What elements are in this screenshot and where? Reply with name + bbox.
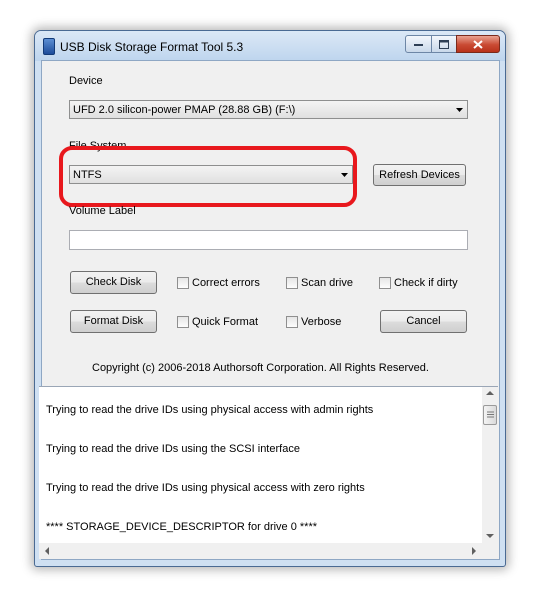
volume-label-input[interactable] [69, 230, 468, 250]
device-select[interactable]: UFD 2.0 silicon-power PMAP (28.88 GB) (F… [69, 100, 468, 119]
refresh-devices-button[interactable]: Refresh Devices [373, 164, 466, 186]
quick-format-checkbox[interactable] [177, 316, 189, 328]
check-if-dirty-checkbox[interactable] [379, 277, 391, 289]
quick-format-label: Quick Format [192, 316, 259, 328]
minimize-icon [414, 44, 423, 46]
grip-icon [487, 411, 494, 418]
volume-label-label: Volume Label [69, 205, 136, 217]
copyright-text: Copyright (c) 2006-2018 Authorsoft Corpo… [92, 362, 429, 374]
close-icon [473, 39, 483, 49]
highlight-annotation [59, 146, 357, 207]
correct-errors-checkbox[interactable] [177, 277, 189, 289]
log-line: Trying to read the drive IDs using the S… [46, 443, 300, 455]
verbose-checkbox[interactable] [286, 316, 298, 328]
usb-drive-icon [43, 38, 55, 55]
log-output[interactable]: Trying to read the drive IDs using physi… [39, 386, 498, 559]
scroll-down-arrow-icon[interactable] [486, 533, 494, 539]
scan-drive-checkbox[interactable] [286, 277, 298, 289]
vertical-scrollbar[interactable] [482, 387, 498, 543]
scroll-left-arrow-icon[interactable] [44, 547, 50, 555]
log-line: Trying to read the drive IDs using physi… [46, 482, 365, 494]
cancel-button[interactable]: Cancel [380, 310, 467, 333]
log-line: **** STORAGE_DEVICE_DESCRIPTOR for drive… [46, 521, 318, 533]
maximize-button[interactable] [431, 35, 457, 53]
correct-errors-label: Correct errors [192, 277, 260, 289]
close-button[interactable] [456, 35, 500, 53]
scroll-up-arrow-icon[interactable] [486, 390, 494, 396]
maximize-icon [439, 39, 449, 49]
device-select-value: UFD 2.0 silicon-power PMAP (28.88 GB) (F… [73, 104, 296, 116]
format-disk-button[interactable]: Format Disk [70, 310, 157, 333]
chevron-down-icon [456, 108, 463, 112]
check-if-dirty-label: Check if dirty [394, 277, 458, 289]
verbose-label: Verbose [301, 316, 342, 328]
device-label: Device [69, 75, 103, 87]
horizontal-scrollbar[interactable] [39, 543, 498, 559]
check-disk-button[interactable]: Check Disk [70, 271, 157, 294]
vertical-scrollbar-thumb[interactable] [483, 405, 497, 425]
scroll-right-arrow-icon[interactable] [471, 547, 477, 555]
log-line: Trying to read the drive IDs using physi… [46, 404, 374, 416]
scan-drive-label: Scan drive [301, 277, 353, 289]
window-title: USB Disk Storage Format Tool 5.3 [60, 40, 244, 54]
title-bar[interactable]: USB Disk Storage Format Tool 5.3 [35, 31, 505, 61]
minimize-button[interactable] [405, 35, 432, 53]
